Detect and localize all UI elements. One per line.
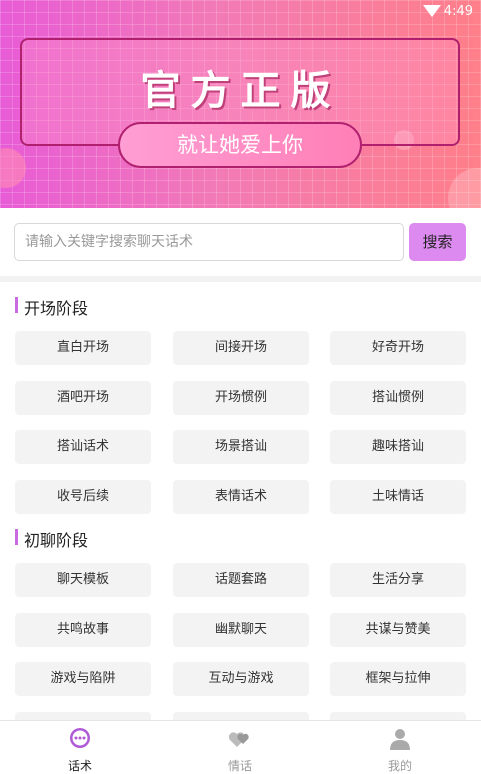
chip[interactable]: 话题套路 [173,563,309,597]
chip[interactable]: 土味情话 [330,480,466,514]
banner-subtitle: 就让她爱上你 [118,122,362,168]
chip[interactable]: 开场惯例 [173,381,309,415]
chip[interactable]: 生活分享 [330,563,466,597]
chip[interactable]: 直白开场 [15,331,151,365]
wifi-icon [423,5,441,17]
bottom-nav: 话术 情话 我的 [0,720,481,774]
decor-bubble [0,148,26,188]
chip[interactable]: 好奇开场 [330,331,466,365]
search-button[interactable]: 搜索 [409,223,466,261]
nav-item-scripts[interactable]: 话术 [0,727,160,774]
nav-item-love-words[interactable]: 情话 [160,727,320,774]
status-time: 4:49 [443,4,473,19]
nav-label: 我的 [387,759,412,773]
chip[interactable]: 酒吧开场 [15,381,151,415]
chip[interactable]: 场景搭讪 [173,430,309,464]
chip[interactable]: 间接开场 [173,331,309,365]
chip[interactable]: 搭讪惯例 [330,381,466,415]
section-title-early-chat: 初聊阶段 [24,531,89,550]
chip[interactable]: 互动与游戏 [173,662,309,696]
chip[interactable]: 游戏与陷阱 [15,662,151,696]
user-icon [390,729,410,750]
search-input[interactable] [14,223,404,261]
hearts-icon [228,732,249,747]
section-marker [15,529,18,545]
chip[interactable]: 幽默聊天 [173,613,309,647]
chip[interactable]: 趣味搭讪 [330,430,466,464]
chip[interactable]: 共鸣故事 [15,613,151,647]
chip[interactable]: 收号后续 [15,480,151,514]
banner-title: 官方正版 [140,67,341,114]
chip[interactable]: 共谋与赞美 [330,613,466,647]
chat-bubble-icon [70,728,90,748]
decor-bubble [448,168,481,208]
chip[interactable]: 框架与拉伸 [330,662,466,696]
chip[interactable]: 聊天模板 [15,563,151,597]
nav-label: 话术 [67,759,92,773]
nav-item-mine[interactable]: 我的 [320,727,480,774]
chip[interactable]: 表情话术 [173,480,309,514]
nav-label: 情话 [227,759,252,773]
section-marker [15,297,18,313]
chip[interactable]: 搭讪话术 [15,430,151,464]
section-title-opening: 开场阶段 [24,299,89,318]
divider [0,276,481,282]
hero-banner: 官方正版 就让她爱上你 4:49 [0,0,481,208]
